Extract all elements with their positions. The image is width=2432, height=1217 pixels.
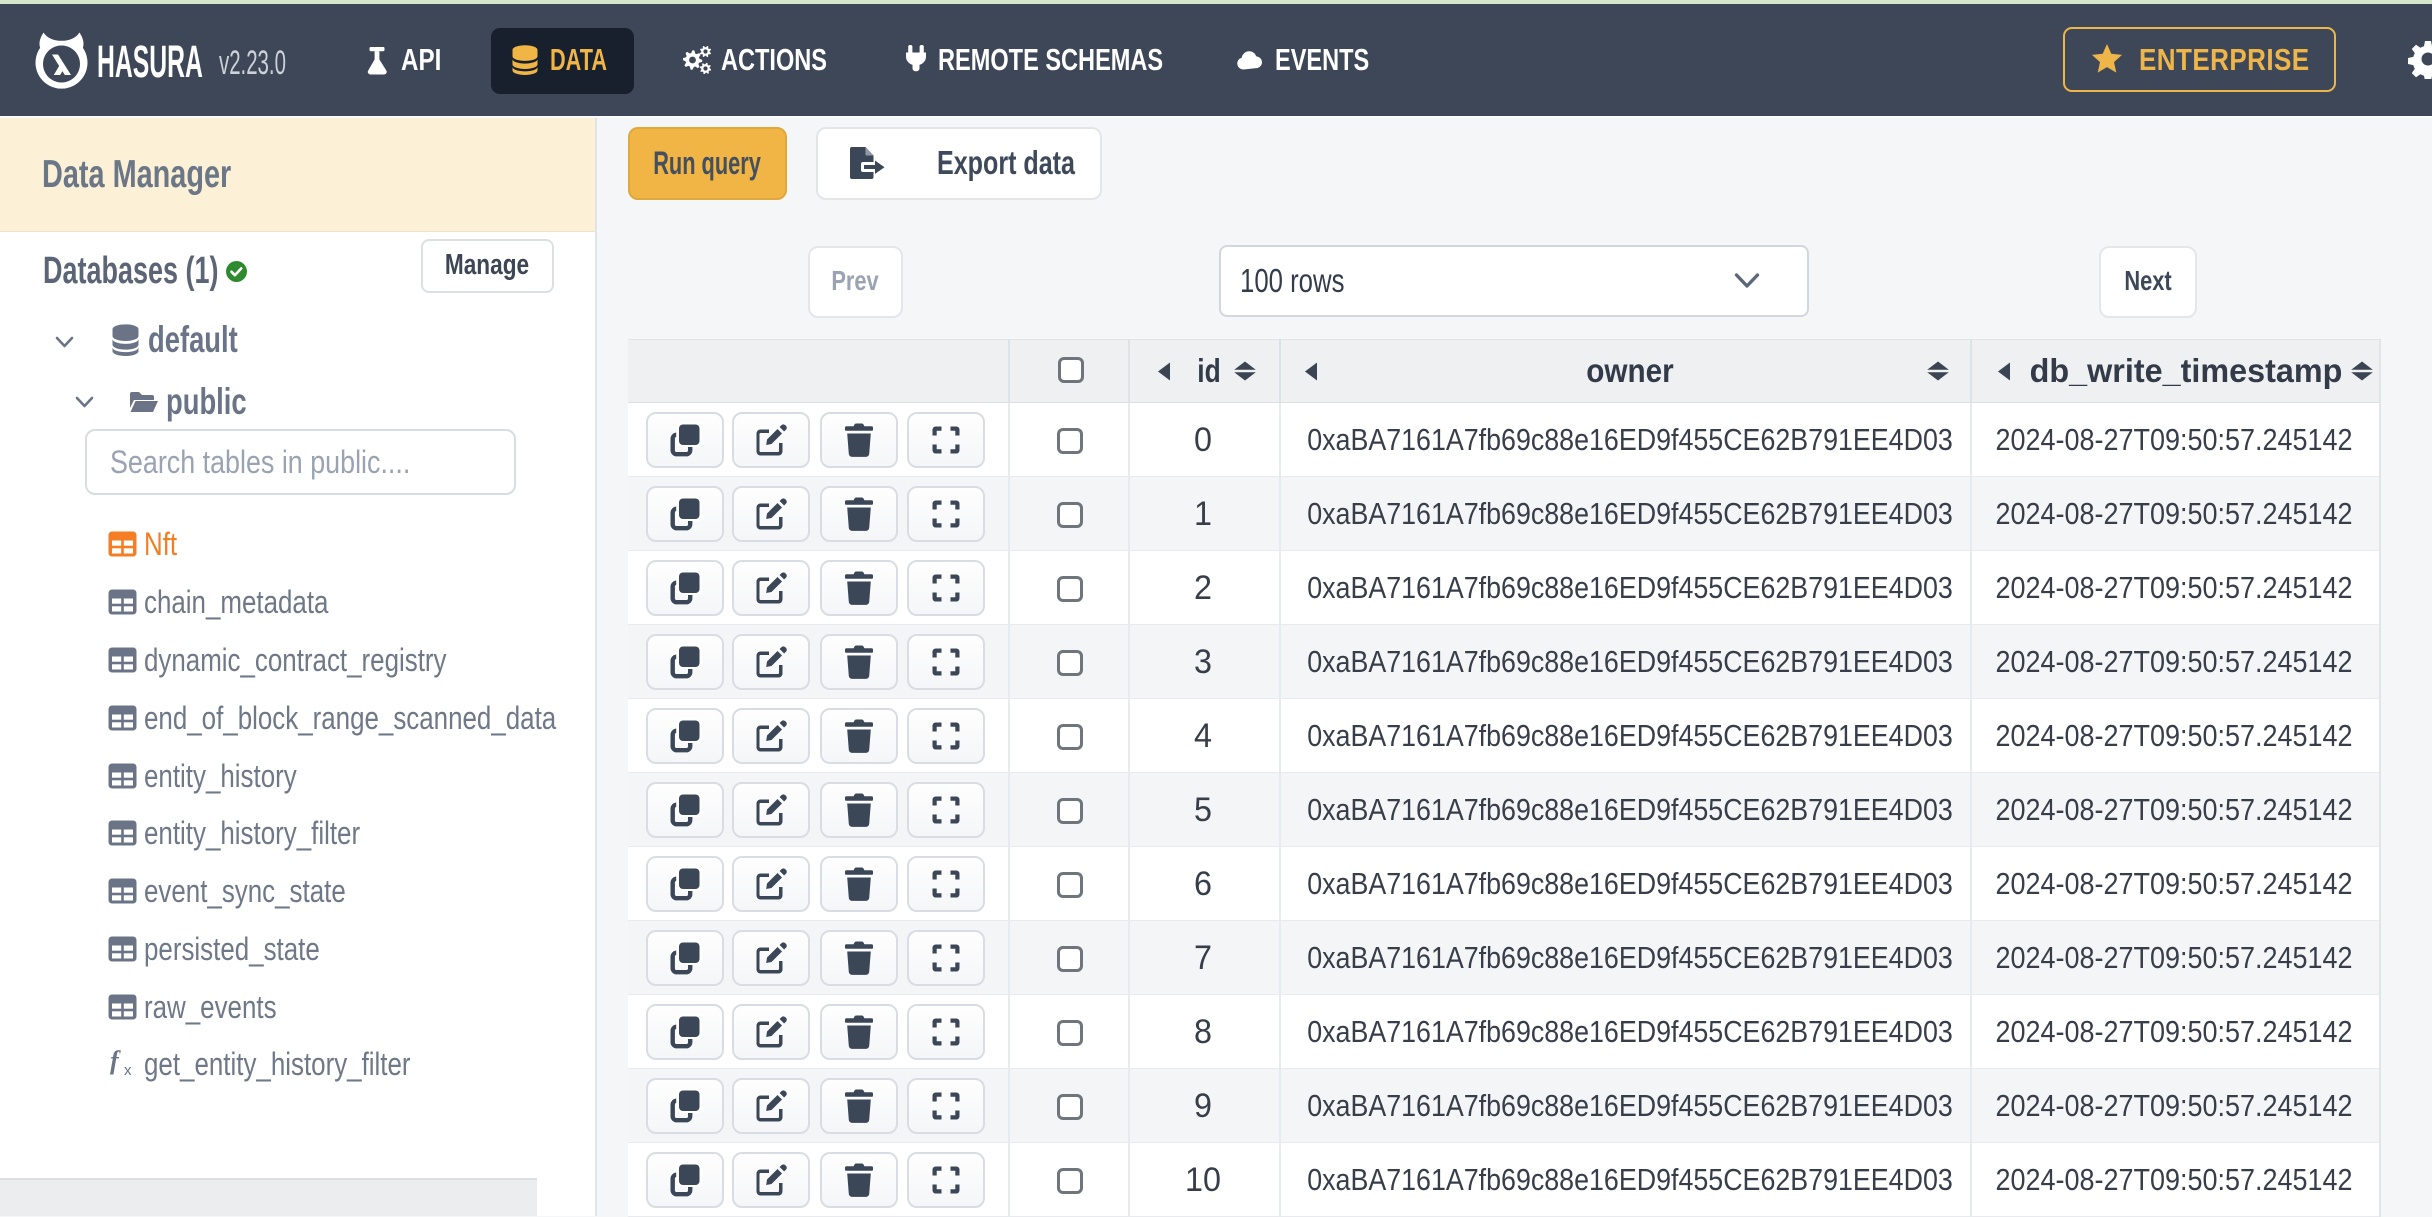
svg-text:x: x (124, 1062, 132, 1077)
svg-text:f: f (110, 1047, 121, 1075)
